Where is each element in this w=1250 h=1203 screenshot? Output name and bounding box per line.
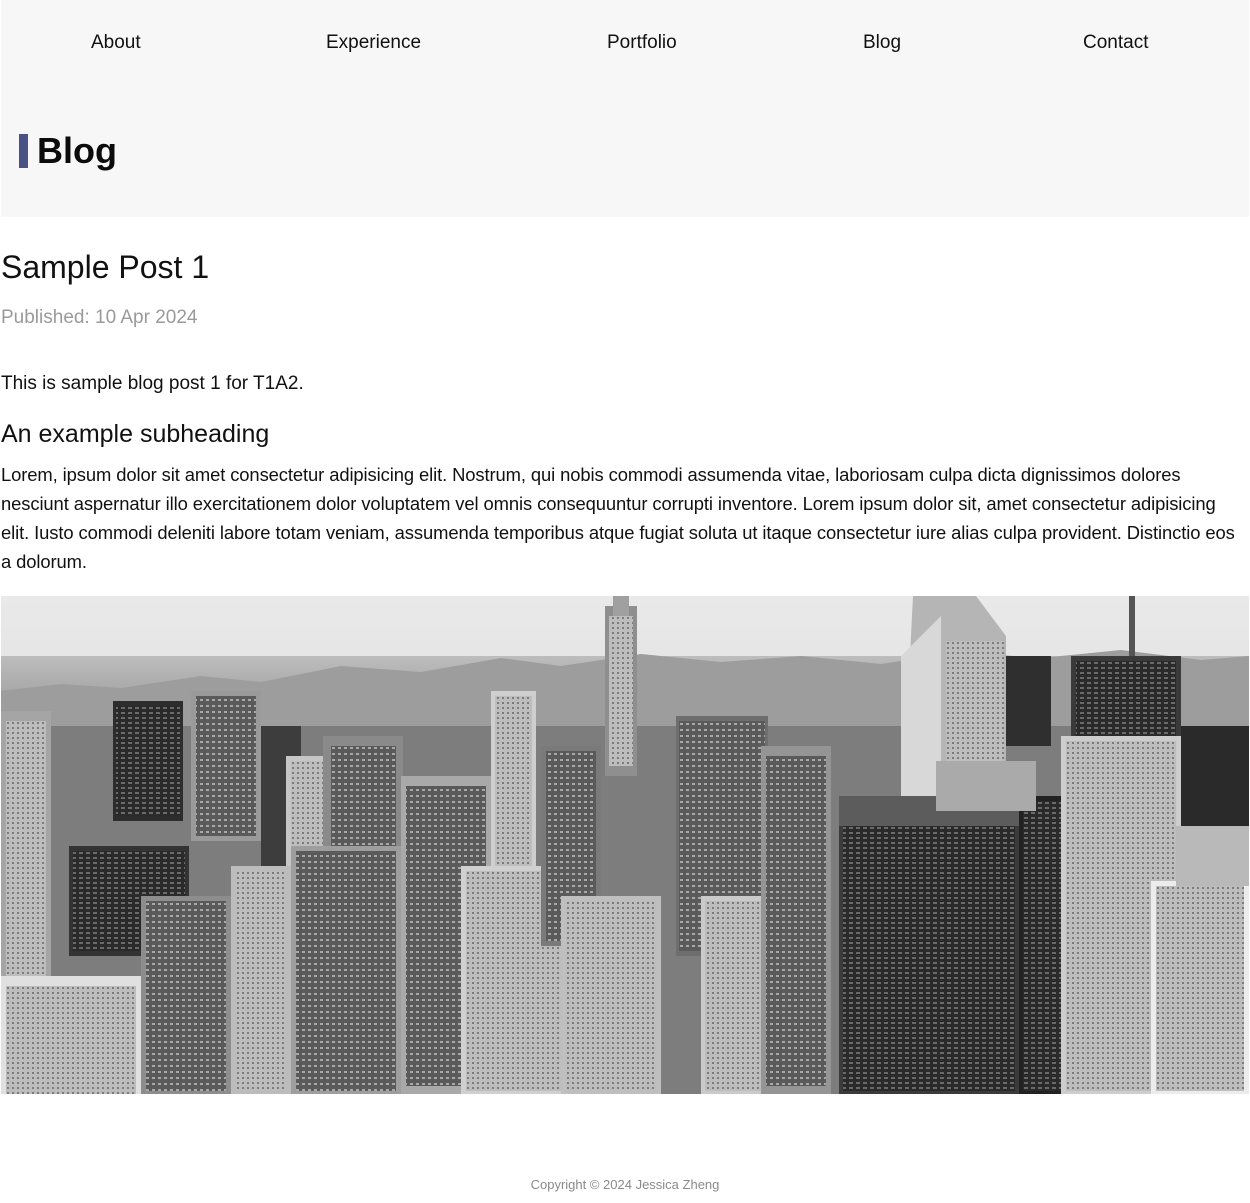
- post-subheading: An example subheading: [1, 420, 270, 448]
- nav-link-experience[interactable]: Experience: [326, 31, 421, 55]
- nav-link-about[interactable]: About: [91, 31, 141, 55]
- site-header: About Experience Portfolio Blog Contact …: [1, 0, 1249, 217]
- post-title: Sample Post 1: [1, 249, 210, 285]
- post-published-date: Published: 10 Apr 2024: [1, 307, 198, 328]
- page-title-text: Blog: [37, 130, 117, 171]
- city-skyline-image: [1, 596, 1249, 1094]
- footer-copyright: Copyright © 2024 Jessica Zheng: [530, 1177, 720, 1192]
- page-title: Blog: [19, 129, 117, 173]
- post-body: Lorem, ipsum dolor sit amet consectetur …: [1, 464, 1235, 572]
- heading-accent-bar: [19, 134, 28, 168]
- city-skyline-photo: [1, 596, 1249, 1094]
- nav-link-blog[interactable]: Blog: [863, 31, 901, 55]
- nav-link-contact[interactable]: Contact: [1083, 31, 1148, 55]
- post-intro: This is sample blog post 1 for T1A2.: [1, 373, 304, 394]
- nav-link-portfolio[interactable]: Portfolio: [607, 31, 677, 55]
